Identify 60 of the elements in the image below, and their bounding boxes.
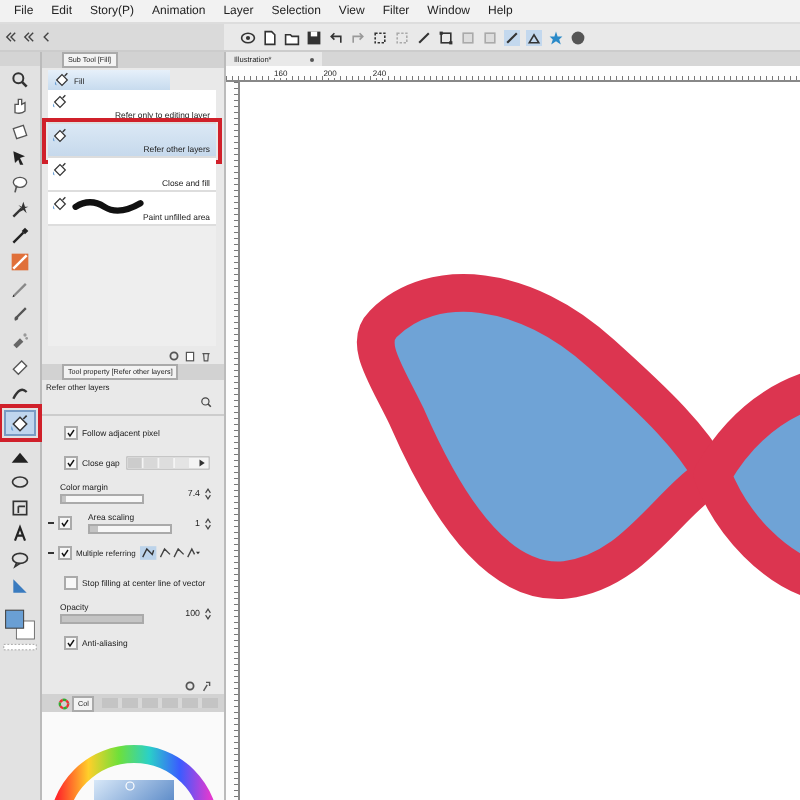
slider[interactable] bbox=[60, 494, 144, 504]
spin-icon[interactable] bbox=[204, 487, 212, 499]
color-wheel-icon[interactable] bbox=[58, 697, 70, 709]
delete-icon[interactable] bbox=[200, 349, 212, 361]
spin-icon[interactable] bbox=[204, 517, 212, 529]
snap-icon[interactable] bbox=[504, 29, 520, 45]
tool-button[interactable] bbox=[4, 410, 36, 436]
fill-icon bbox=[54, 72, 70, 88]
lasso-icon bbox=[10, 173, 30, 193]
airbrush-icon bbox=[10, 329, 30, 349]
hand-icon bbox=[10, 95, 30, 115]
star-icon[interactable] bbox=[548, 29, 564, 45]
selection-icon[interactable] bbox=[372, 29, 388, 45]
folder-icon[interactable] bbox=[284, 29, 300, 45]
pencil-icon bbox=[10, 277, 30, 297]
fill-icon bbox=[52, 94, 68, 110]
checkbox[interactable] bbox=[64, 456, 78, 470]
color-swatch-icon[interactable] bbox=[2, 606, 38, 654]
fill-icon bbox=[52, 196, 68, 212]
collapse-icon[interactable] bbox=[4, 30, 18, 44]
back-icon[interactable] bbox=[40, 30, 54, 44]
eraser-icon bbox=[10, 355, 30, 375]
zoom-icon bbox=[10, 69, 30, 89]
brush-icon bbox=[10, 303, 30, 323]
slider[interactable] bbox=[88, 524, 172, 534]
checkbox[interactable] bbox=[58, 516, 72, 530]
pen-icon bbox=[10, 251, 30, 271]
pen-icon[interactable] bbox=[416, 29, 432, 45]
wrench-icon[interactable] bbox=[200, 679, 212, 691]
new-file-icon[interactable] bbox=[262, 29, 278, 45]
checkbox[interactable] bbox=[58, 546, 72, 560]
layer-reference-icon[interactable] bbox=[139, 546, 200, 560]
ellipse-icon bbox=[10, 471, 30, 491]
settings-icon[interactable] bbox=[168, 349, 180, 361]
fill-icon bbox=[52, 128, 68, 144]
checkbox[interactable] bbox=[64, 576, 78, 590]
correct-icon bbox=[10, 575, 30, 595]
move-icon bbox=[10, 147, 30, 167]
fill-icon bbox=[10, 413, 30, 433]
wand-icon bbox=[10, 199, 30, 219]
save-icon[interactable] bbox=[306, 29, 322, 45]
collapse-icon[interactable] bbox=[22, 30, 36, 44]
checkbox[interactable] bbox=[64, 636, 78, 650]
rotate-icon bbox=[10, 121, 30, 141]
checkbox[interactable] bbox=[64, 426, 78, 440]
search-icon[interactable] bbox=[200, 396, 212, 408]
settings-icon[interactable] bbox=[184, 679, 196, 691]
eyedropper-icon bbox=[10, 225, 30, 245]
fill-icon bbox=[52, 162, 68, 178]
copy-icon[interactable] bbox=[184, 349, 196, 361]
eye-icon[interactable] bbox=[240, 29, 256, 45]
frame-icon bbox=[10, 497, 30, 517]
transform-icon[interactable] bbox=[438, 29, 454, 45]
snap-icon[interactable] bbox=[526, 29, 542, 45]
balloon-icon bbox=[10, 549, 30, 569]
text-icon bbox=[10, 523, 30, 543]
undo-icon[interactable] bbox=[328, 29, 344, 45]
stroke-preview-icon bbox=[70, 196, 146, 214]
help-icon[interactable] bbox=[570, 29, 586, 45]
spin-icon[interactable] bbox=[204, 607, 212, 619]
